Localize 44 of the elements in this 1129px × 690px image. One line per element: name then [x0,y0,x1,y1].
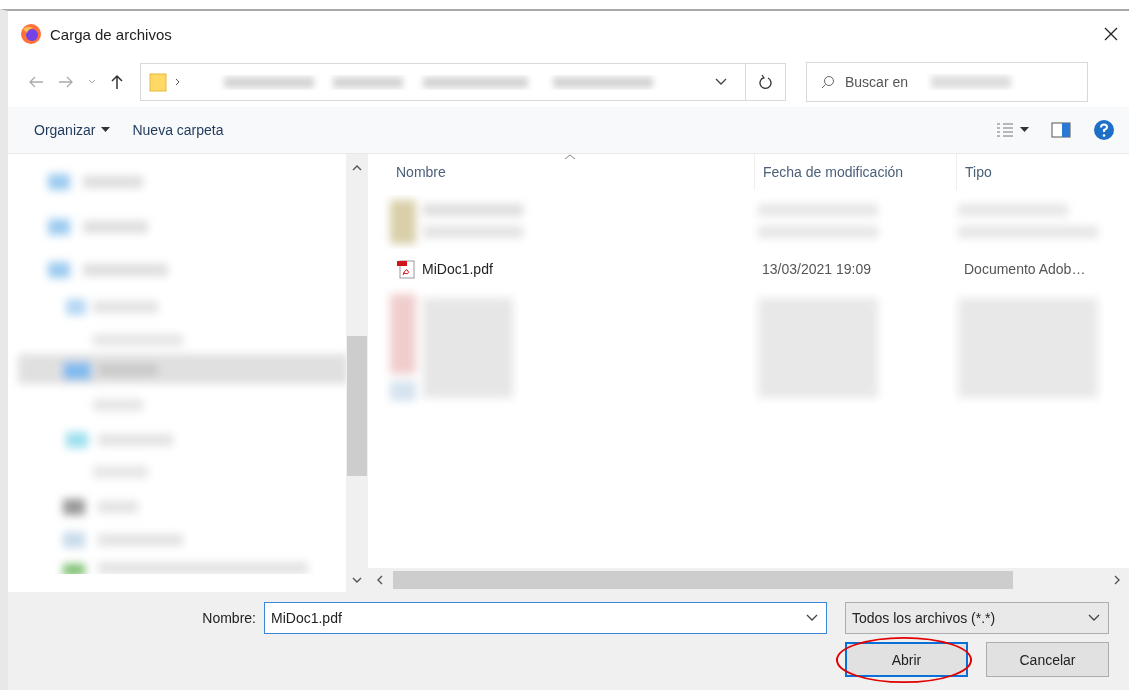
caret-icon [101,127,111,133]
up-arrow-icon[interactable] [110,74,124,90]
view-menu[interactable] [996,123,1029,137]
preview-pane-icon[interactable] [1051,122,1071,138]
folder-icon [149,72,167,92]
refresh-button[interactable] [746,63,786,101]
table-cell-text: Documento Adob… [963,261,1087,277]
scroll-right-icon[interactable] [1114,575,1121,585]
new-folder-button[interactable]: Nueva carpeta [132,122,224,138]
column-header[interactable]: Tipo [956,154,1129,190]
chevron-down-icon[interactable] [715,78,727,86]
file-name-label: Nombre: [202,610,256,626]
scroll-down-icon[interactable] [352,577,362,584]
vertical-scrollbar[interactable] [346,154,368,592]
search-field[interactable]: Buscar en [806,62,1088,102]
close-icon[interactable] [1103,26,1119,42]
open-button[interactable]: Abrir [845,642,968,677]
column-header[interactable]: Fecha de modificación [754,154,956,190]
details-view-icon [996,123,1014,137]
browser-logo-icon [20,23,42,45]
column-header[interactable]: Nombre [368,154,754,190]
file-name-input[interactable]: MiDoc1.pdf [271,610,806,626]
file-name-field[interactable]: MiDoc1.pdf [264,602,827,634]
chevron-down-icon [1088,614,1100,622]
chevron-down-icon[interactable] [806,614,818,622]
search-input[interactable]: Buscar en [845,74,917,90]
pdf-file-icon [396,259,416,279]
scrollbar-thumb[interactable] [393,571,1013,589]
window-title: Carga de archivos [50,25,173,43]
cancel-button[interactable]: Cancelar [986,642,1109,677]
help-icon[interactable] [1093,119,1115,141]
scrollbar-thumb[interactable] [347,336,367,476]
sort-caret-icon [564,154,576,160]
caret-icon [1020,127,1029,133]
chevron-icon [175,78,181,86]
organize-menu[interactable]: Organizar [34,122,111,138]
scroll-left-icon[interactable] [376,575,383,585]
scroll-up-icon[interactable] [352,164,362,171]
refresh-icon [758,74,773,90]
table-cell-text: 13/03/2021 19:09 [761,261,872,277]
file-name[interactable]: MiDoc1.pdf [422,261,493,277]
file-type-dropdown[interactable]: Todos los archivos (*.*) [845,602,1109,634]
horizontal-scrollbar[interactable] [368,568,1129,592]
search-icon [821,75,835,89]
